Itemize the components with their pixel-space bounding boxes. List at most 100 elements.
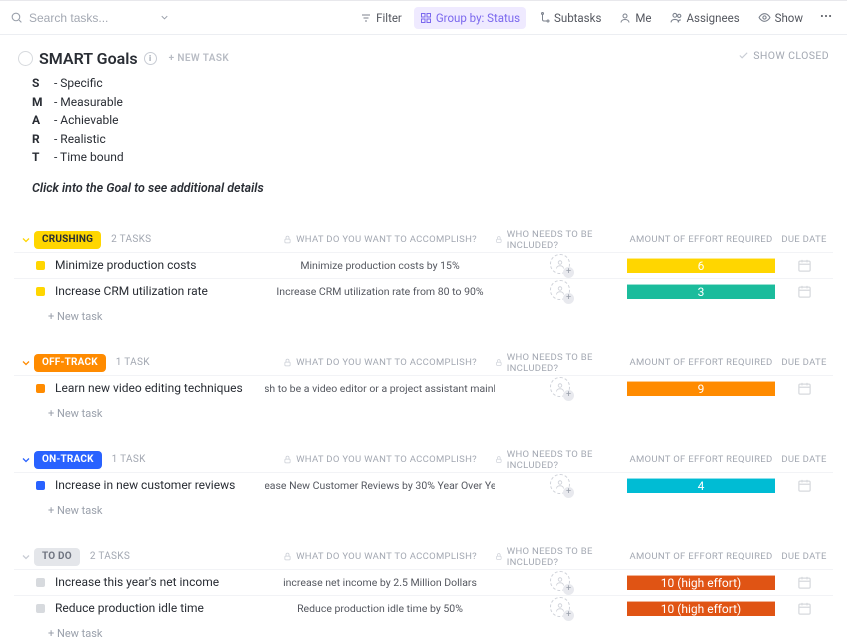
column-header-who[interactable]: WHO NEEDS TO BE INCLUDED? — [495, 229, 627, 251]
show-button[interactable]: Show — [752, 7, 809, 29]
subtasks-button[interactable]: Subtasks — [532, 7, 607, 29]
cell-due-date[interactable] — [775, 284, 833, 299]
new-task-row[interactable]: + New task — [14, 401, 833, 420]
task-main: Minimize production costs — [36, 258, 265, 272]
cell-due-date[interactable] — [775, 381, 833, 396]
cell-accomplish[interactable]: Increase New Customer Reviews by 30% Yea… — [265, 479, 495, 492]
column-header-effort[interactable]: AMOUNT OF EFFORT REQUIRED — [627, 234, 775, 245]
task-row[interactable]: Increase CRM utilization rate Increase CR… — [14, 278, 833, 304]
cell-effort[interactable]: 4 — [627, 478, 775, 493]
task-status-square[interactable] — [36, 384, 45, 393]
calendar-icon — [797, 478, 812, 493]
lock-icon — [283, 235, 292, 244]
cell-effort[interactable]: 10 (high effort) — [627, 601, 775, 616]
cell-who[interactable]: + — [495, 377, 627, 399]
status-pill[interactable]: OFF-TRACK — [34, 354, 106, 372]
column-header-effort[interactable]: AMOUNT OF EFFORT REQUIRED — [627, 551, 775, 562]
group-by-button[interactable]: Group by: Status — [414, 7, 526, 29]
column-header-accomplish[interactable]: WHAT DO YOU WANT TO ACCOMPLISH? — [265, 454, 495, 465]
status-pill[interactable]: CRUSHING — [34, 231, 101, 249]
assignee-placeholder[interactable]: + — [550, 254, 572, 276]
show-closed-button[interactable]: SHOW CLOSED — [738, 49, 829, 62]
column-header-due[interactable]: DUE DATE — [775, 454, 833, 465]
status-pill[interactable]: TO DO — [34, 548, 80, 566]
task-status-square[interactable] — [36, 261, 45, 270]
task-main: Increase in new customer reviews — [36, 478, 265, 492]
cell-due-date[interactable] — [775, 601, 833, 616]
task-group: ON-TRACK1 TASKWHAT DO YOU WANT TO ACCOMP… — [14, 448, 833, 521]
column-header-due[interactable]: DUE DATE — [775, 357, 833, 368]
task-status-square[interactable] — [36, 481, 45, 490]
column-header-effort[interactable]: AMOUNT OF EFFORT REQUIRED — [627, 357, 775, 368]
column-header-accomplish[interactable]: WHAT DO YOU WANT TO ACCOMPLISH? — [265, 234, 495, 245]
list-status-circle[interactable] — [18, 51, 33, 66]
assignee-placeholder[interactable]: + — [550, 280, 572, 302]
column-header-accomplish[interactable]: WHAT DO YOU WANT TO ACCOMPLISH? — [265, 551, 495, 562]
task-name[interactable]: Increase this year's net income — [55, 575, 219, 589]
task-name[interactable]: Reduce production idle time — [55, 601, 204, 615]
collapse-toggle[interactable] — [18, 551, 34, 563]
chevron-down-icon — [20, 357, 32, 369]
task-row[interactable]: Minimize production costs Minimize produc… — [14, 252, 833, 278]
chevron-down-icon[interactable] — [159, 12, 170, 23]
collapse-toggle[interactable] — [18, 357, 34, 369]
assignee-placeholder[interactable]: + — [550, 597, 572, 619]
column-header-due[interactable]: DUE DATE — [775, 234, 833, 245]
cell-due-date[interactable] — [775, 478, 833, 493]
cell-due-date[interactable] — [775, 575, 833, 590]
filter-button[interactable]: Filter — [354, 7, 408, 29]
cell-who[interactable]: + — [495, 474, 627, 496]
column-header-accomplish[interactable]: WHAT DO YOU WANT TO ACCOMPLISH? — [265, 357, 495, 368]
cell-who[interactable]: + — [495, 597, 627, 619]
task-row[interactable]: Increase in new customer reviews Increase… — [14, 472, 833, 498]
column-header-due[interactable]: DUE DATE — [775, 551, 833, 562]
assignee-placeholder[interactable]: + — [550, 377, 572, 399]
search-input[interactable] — [29, 11, 139, 25]
task-status-square[interactable] — [36, 604, 45, 613]
collapse-toggle[interactable] — [18, 234, 34, 246]
cell-who[interactable]: + — [495, 280, 627, 302]
cell-accomplish[interactable]: Minimize production costs by 15% — [265, 259, 495, 272]
effort-badge: 3 — [627, 284, 775, 299]
column-header-who[interactable]: WHO NEEDS TO BE INCLUDED? — [495, 449, 627, 471]
cell-who[interactable]: + — [495, 571, 627, 593]
cell-accomplish[interactable]: Reduce production idle time by 50% — [265, 602, 495, 615]
task-status-square[interactable] — [36, 578, 45, 587]
task-row[interactable]: Reduce production idle time Reduce produc… — [14, 595, 833, 621]
new-task-row[interactable]: + New task — [14, 304, 833, 323]
me-button[interactable]: Me — [613, 7, 657, 29]
cell-accomplish[interactable]: increase net income by 2.5 Million Dolla… — [265, 576, 495, 589]
lock-icon — [495, 235, 503, 244]
task-name[interactable]: Increase CRM utilization rate — [55, 284, 208, 298]
task-status-square[interactable] — [36, 287, 45, 296]
more-menu[interactable] — [815, 5, 837, 30]
cell-effort[interactable]: 3 — [627, 284, 775, 299]
cell-accomplish[interactable]: Increase CRM utilization rate from 80 to… — [265, 285, 495, 298]
collapse-toggle[interactable] — [18, 454, 34, 466]
cell-who[interactable]: + — [495, 254, 627, 276]
task-row[interactable]: Learn new video editing techniques I wish… — [14, 375, 833, 401]
task-name[interactable]: Minimize production costs — [55, 258, 197, 272]
cell-accomplish[interactable]: I wish to be a video editor or a project… — [265, 382, 495, 395]
info-icon[interactable]: i — [144, 52, 157, 65]
column-header-who[interactable]: WHO NEEDS TO BE INCLUDED? — [495, 546, 627, 568]
assignee-placeholder[interactable]: + — [550, 474, 572, 496]
task-name[interactable]: Learn new video editing techniques — [55, 381, 243, 395]
column-header-effort[interactable]: AMOUNT OF EFFORT REQUIRED — [627, 454, 775, 465]
new-task-row[interactable]: + New task — [14, 498, 833, 517]
column-header-who[interactable]: WHO NEEDS TO BE INCLUDED? — [495, 352, 627, 374]
column-header-label: DUE DATE — [781, 551, 826, 562]
smart-letter: S — [32, 74, 46, 93]
task-row[interactable]: Increase this year's net income increase … — [14, 569, 833, 595]
new-task-button[interactable]: + NEW TASK — [169, 53, 230, 64]
cell-effort[interactable]: 9 — [627, 381, 775, 396]
task-count: 2 TASKS — [90, 551, 130, 562]
cell-due-date[interactable] — [775, 258, 833, 273]
new-task-row[interactable]: + New task — [14, 621, 833, 640]
cell-effort[interactable]: 6 — [627, 258, 775, 273]
assignees-button[interactable]: Assignees — [664, 7, 746, 29]
status-pill[interactable]: ON-TRACK — [34, 451, 102, 469]
task-name[interactable]: Increase in new customer reviews — [55, 478, 235, 492]
cell-effort[interactable]: 10 (high effort) — [627, 575, 775, 590]
assignee-placeholder[interactable]: + — [550, 571, 572, 593]
